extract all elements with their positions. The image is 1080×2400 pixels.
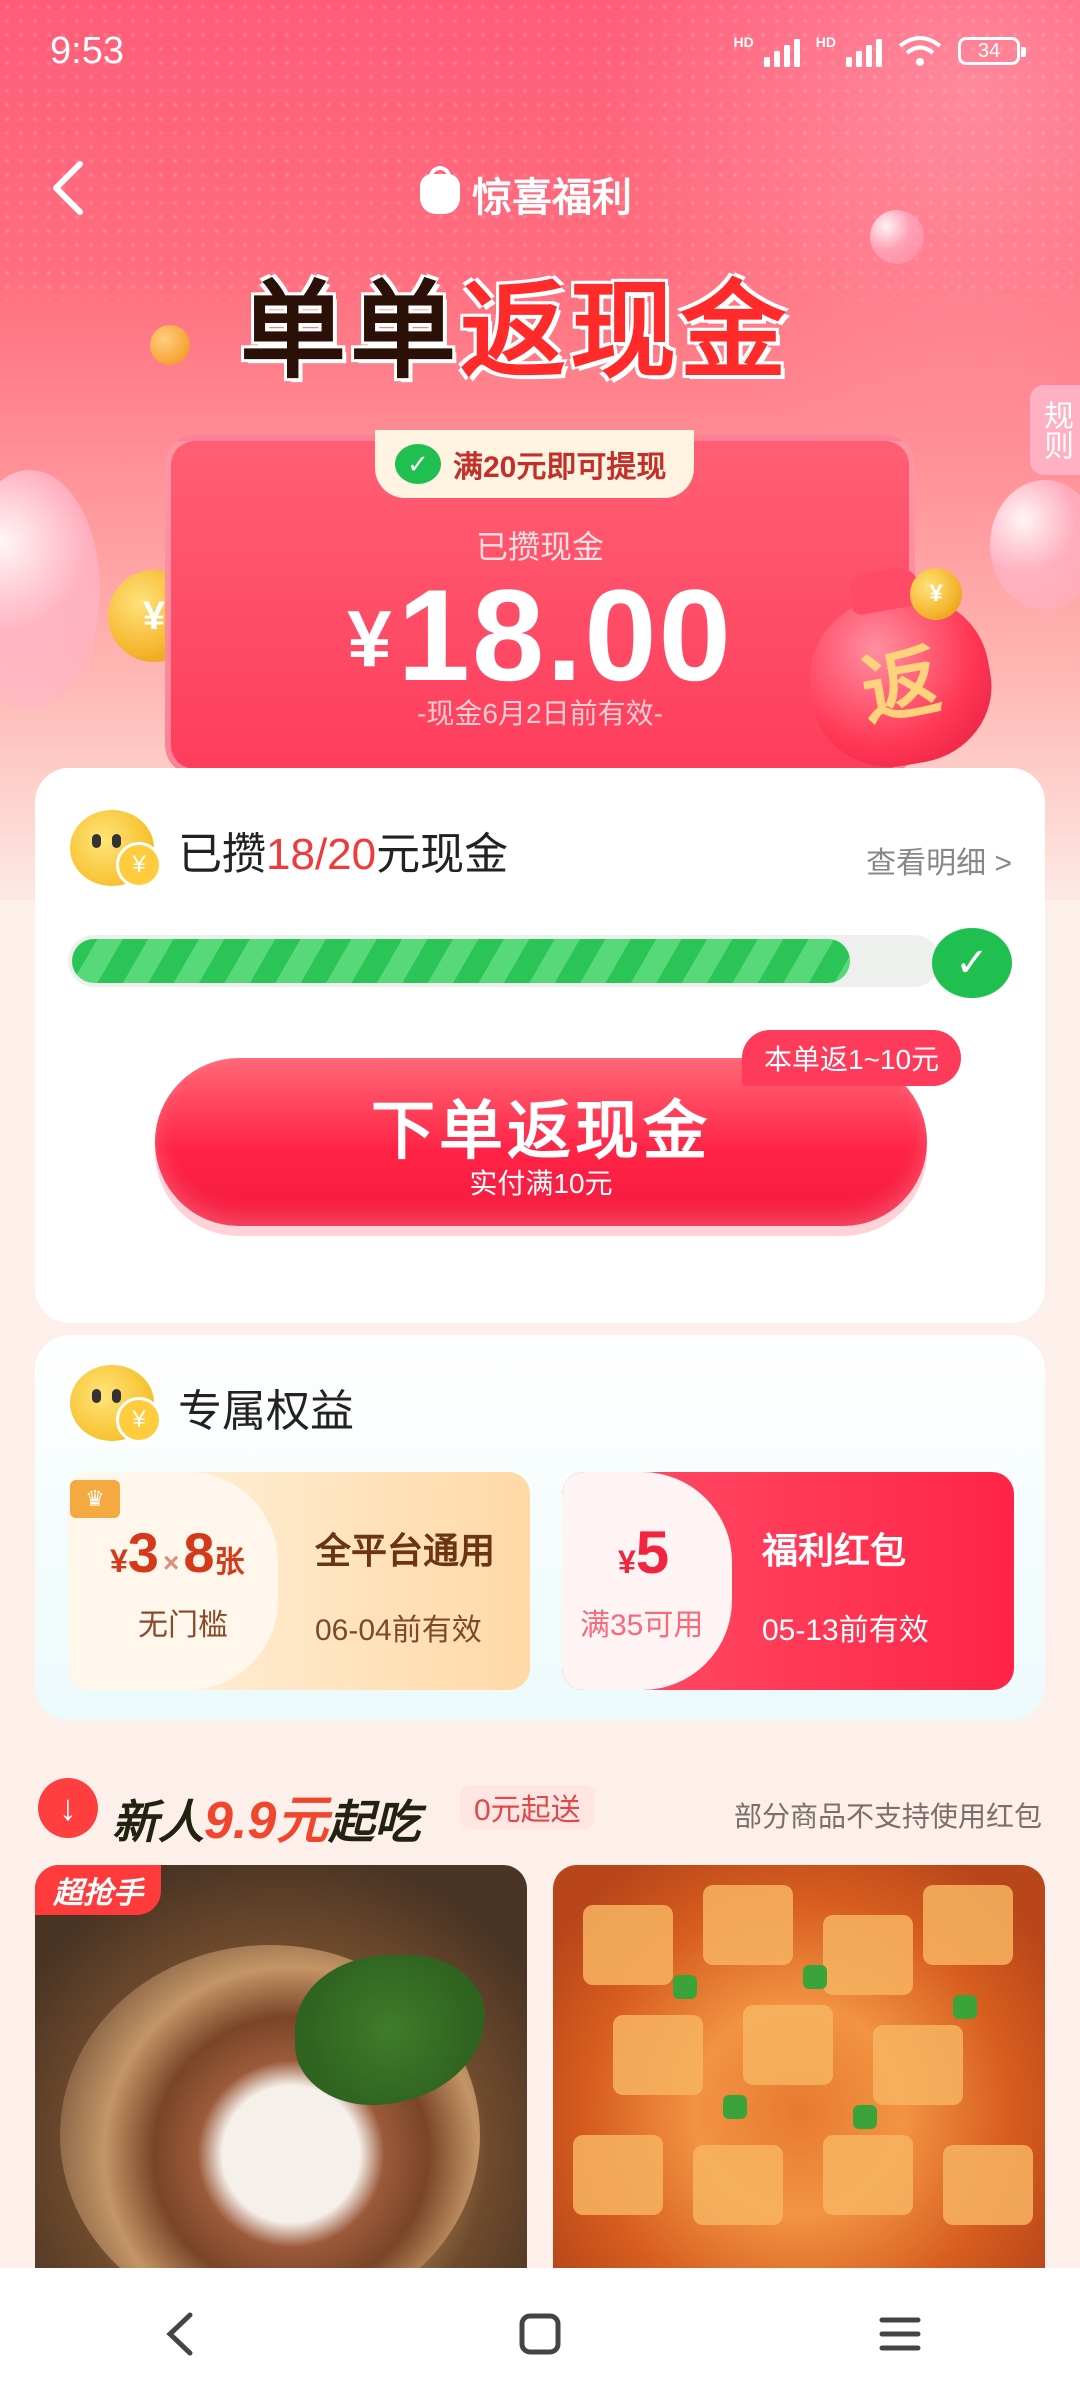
progress-title: 已攒18/20元现金 bbox=[178, 818, 508, 882]
coin-icon bbox=[150, 325, 190, 365]
promo-title: 新人9.9元起吃 bbox=[112, 1778, 420, 1853]
coupon-name: 全平台通用 bbox=[315, 1530, 496, 1571]
food-image bbox=[873, 2025, 963, 2105]
hd-label: HD bbox=[733, 34, 754, 50]
promo-suffix: 起吃 bbox=[328, 1796, 421, 1848]
promo-note: 部分商品不支持使用红包 bbox=[733, 1801, 1042, 1832]
battery-icon: 34 bbox=[958, 37, 1026, 65]
benefits-title: 专属权益 bbox=[178, 1387, 354, 1436]
rules-tab[interactable]: 规则 bbox=[1030, 385, 1080, 475]
food-item-rice[interactable] bbox=[35, 1865, 527, 2275]
status-time: 9:53 bbox=[50, 30, 124, 72]
food-image bbox=[743, 2005, 833, 2085]
food-image bbox=[823, 1915, 913, 1995]
currency: ¥ bbox=[618, 1544, 636, 1580]
nav-menu-icon[interactable] bbox=[860, 2294, 940, 2374]
wechat-icon: ✓ bbox=[395, 444, 441, 484]
title-part1: 单单 bbox=[240, 273, 460, 391]
coupon-name: 福利红包 bbox=[762, 1530, 907, 1571]
hot-chip: 超抢手 bbox=[35, 1865, 161, 1915]
amount-value: 18.00 bbox=[397, 562, 733, 708]
food-image bbox=[703, 1885, 793, 1965]
crown-icon: ♛ bbox=[70, 1480, 120, 1518]
mascot-icon bbox=[70, 810, 162, 888]
coupon-expire: 05-13前有效 bbox=[762, 1614, 929, 1647]
brand-name: 惊喜福利 bbox=[472, 176, 632, 220]
back-arrow-icon[interactable] bbox=[48, 160, 88, 216]
nav-home-icon[interactable] bbox=[500, 2294, 580, 2374]
progress-prefix: 已攒 bbox=[178, 830, 266, 879]
scallion bbox=[853, 2105, 877, 2129]
value: 5 bbox=[635, 1519, 670, 1586]
title-part2: 返现金 bbox=[460, 273, 790, 391]
currency-symbol: ¥ bbox=[347, 594, 392, 683]
signal-icon bbox=[846, 35, 882, 67]
scallion bbox=[673, 1975, 697, 1999]
system-nav-bar bbox=[0, 2268, 1080, 2400]
food-item-tofu[interactable] bbox=[553, 1865, 1045, 2275]
brand-header: 惊喜福利 bbox=[420, 165, 632, 223]
progress-current: 18/20 bbox=[266, 830, 377, 879]
promo-price: 9.9元 bbox=[204, 1792, 329, 1850]
times: × bbox=[162, 1547, 180, 1578]
food-image bbox=[943, 2145, 1033, 2225]
progress-fill bbox=[72, 939, 850, 983]
coupon-condition: 满35可用 bbox=[580, 1609, 704, 1642]
food-image bbox=[573, 2135, 663, 2215]
coupon-condition: 无门槛 bbox=[138, 1609, 228, 1642]
return-tag: 本单返1~10元 bbox=[742, 1030, 962, 1086]
coupon-expire: 06-04前有效 bbox=[315, 1614, 482, 1647]
free-delivery-tag: 0元起送 bbox=[460, 1785, 595, 1829]
progress-suffix: 元现金 bbox=[376, 830, 509, 879]
value: 3 bbox=[127, 1521, 159, 1584]
button-sub-label: 实付满10元 bbox=[469, 1168, 613, 1199]
page-title: 单单返现金 bbox=[240, 245, 790, 399]
scallion bbox=[723, 2095, 747, 2119]
bubble-decoration bbox=[870, 210, 924, 264]
coupon-value: ¥5 bbox=[618, 1518, 669, 1587]
withdraw-hint: ✓ 满20元即可提现 bbox=[375, 430, 695, 498]
withdraw-text: 满20元即可提现 bbox=[453, 451, 667, 484]
scallion bbox=[803, 1965, 827, 1989]
food-image bbox=[693, 2145, 783, 2225]
status-icons: HD HD 34 bbox=[733, 34, 1026, 68]
coupon-value: ¥3 ×8张 bbox=[110, 1520, 244, 1585]
food-image bbox=[823, 2135, 913, 2215]
download-arrow-icon: ↓ bbox=[38, 1778, 98, 1838]
signal-icon bbox=[763, 35, 800, 67]
scallion bbox=[953, 1995, 977, 2019]
count: 8 bbox=[183, 1521, 215, 1584]
currency: ¥ bbox=[110, 1543, 128, 1579]
button-main-label: 下单返现金 bbox=[371, 1095, 711, 1167]
wifi-icon bbox=[898, 36, 942, 66]
wechat-icon: ✓ bbox=[932, 928, 1012, 998]
promo-prefix: 新人 bbox=[112, 1796, 204, 1848]
unit: 张 bbox=[214, 1546, 245, 1579]
food-image bbox=[923, 1885, 1013, 1965]
mascot-icon bbox=[70, 1365, 162, 1443]
gift-bag-icon bbox=[420, 166, 460, 214]
hd-label: HD bbox=[815, 34, 836, 50]
coin-icon: ¥ bbox=[910, 568, 962, 620]
view-details-link[interactable]: 查看明细 > bbox=[866, 838, 1012, 882]
food-image bbox=[613, 2015, 703, 2095]
nav-back-icon[interactable] bbox=[140, 2294, 220, 2374]
food-image bbox=[583, 1905, 673, 1985]
